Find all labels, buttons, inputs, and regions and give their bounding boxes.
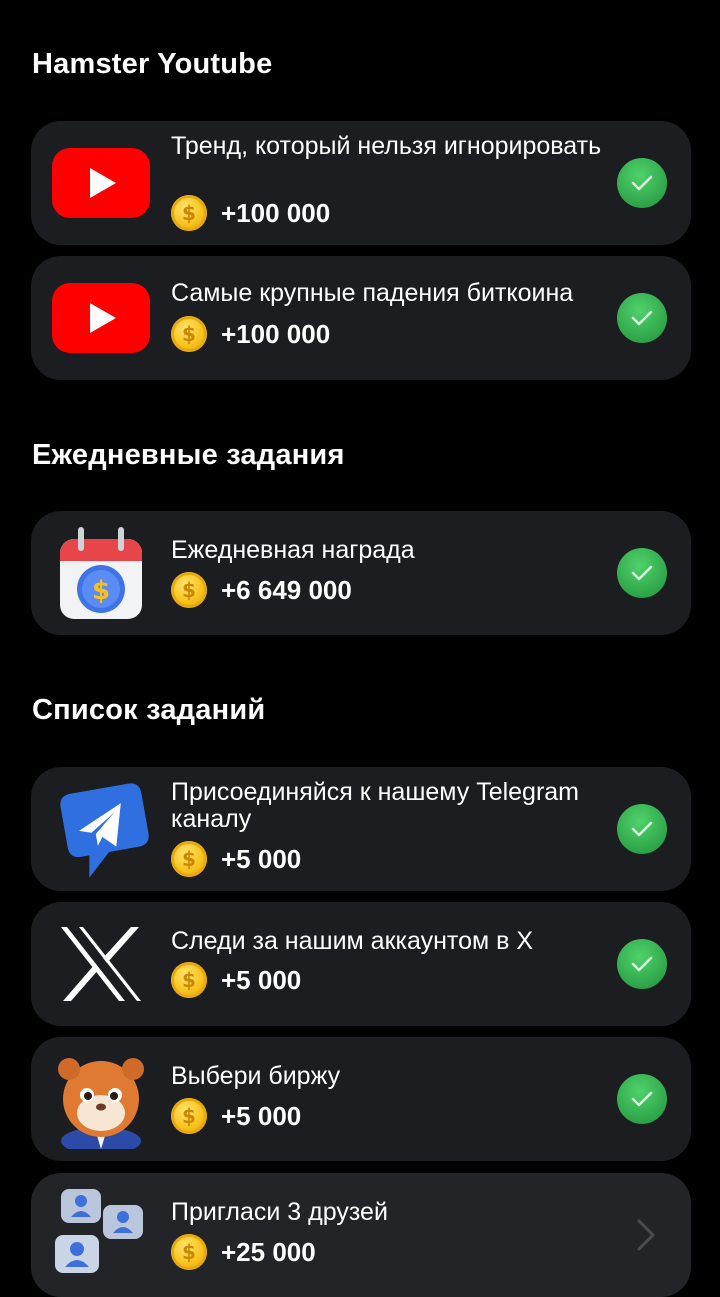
task-card-telegram[interactable]: Присоединяйся к нашему Telegram каналу $… <box>31 767 691 891</box>
youtube-icon <box>51 133 151 233</box>
task-title: Ежедневная награда <box>171 536 415 564</box>
section-title-daily: Ежедневные задания <box>32 439 345 471</box>
task-card-invite-friends[interactable]: Пригласи 3 друзей $ +25 000 <box>31 1173 691 1297</box>
coin-icon: $ <box>171 962 207 998</box>
task-reward: $ +25 000 <box>171 1233 316 1271</box>
reward-value: +5 000 <box>221 964 302 995</box>
coin-icon: $ <box>171 316 207 352</box>
coin-icon: $ <box>171 572 207 608</box>
task-reward: $ +5 000 <box>171 840 301 878</box>
task-title: Следи за нашим аккаунтом в X <box>171 927 534 955</box>
completed-check-icon <box>617 158 667 208</box>
completed-check-icon <box>617 293 667 343</box>
task-title: Присоединяйся к нашему Telegram каналу <box>171 778 580 833</box>
section-title-youtube: Hamster Youtube <box>32 48 273 80</box>
reward-value: +5 000 <box>221 1100 302 1131</box>
task-card-x[interactable]: Следи за нашим аккаунтом в X $ +5 000 <box>31 902 691 1026</box>
task-reward: $ +5 000 <box>171 1097 301 1135</box>
task-reward: $ +100 000 <box>171 194 330 232</box>
task-title: Пригласи 3 друзей <box>171 1198 388 1226</box>
friends-icon <box>51 1185 151 1285</box>
reward-value: +100 000 <box>221 197 331 228</box>
task-card-youtube-1[interactable]: Тренд, который нельзя игнорировать $ +10… <box>31 121 691 245</box>
x-logo-icon <box>51 914 151 1014</box>
coin-icon: $ <box>171 841 207 877</box>
completed-check-icon <box>617 939 667 989</box>
reward-value: +100 000 <box>221 318 331 349</box>
task-reward: $ +5 000 <box>171 961 301 999</box>
task-title: Выбери биржу <box>171 1062 341 1090</box>
completed-check-icon <box>617 804 667 854</box>
reward-value: +5 000 <box>221 843 302 874</box>
reward-value: +6 649 000 <box>221 574 352 605</box>
coin-icon: $ <box>171 195 207 231</box>
svg-text:$: $ <box>92 576 110 606</box>
hamster-icon <box>51 1049 151 1149</box>
task-reward: $ +100 000 <box>171 315 330 353</box>
section-title-tasks: Список заданий <box>32 694 266 726</box>
task-card-youtube-2[interactable]: Самые крупные падения биткоина $ +100 00… <box>31 256 691 380</box>
reward-value: +25 000 <box>221 1236 316 1267</box>
task-reward: $ +6 649 000 <box>171 571 352 609</box>
calendar-dollar-icon: $ <box>51 523 151 623</box>
task-card-exchange[interactable]: Выбери биржу $ +5 000 <box>31 1037 691 1161</box>
chevron-right-icon[interactable] <box>631 1215 661 1255</box>
youtube-icon <box>51 268 151 368</box>
completed-check-icon <box>617 548 667 598</box>
task-card-daily-reward[interactable]: $ Ежедневная награда $ +6 649 000 <box>31 511 691 635</box>
task-title: Самые крупные падения биткоина <box>171 279 574 307</box>
coin-icon: $ <box>171 1234 207 1270</box>
task-title: Тренд, который нельзя игнорировать <box>171 132 602 160</box>
telegram-icon <box>51 779 151 879</box>
completed-check-icon <box>617 1074 667 1124</box>
coin-icon: $ <box>171 1098 207 1134</box>
